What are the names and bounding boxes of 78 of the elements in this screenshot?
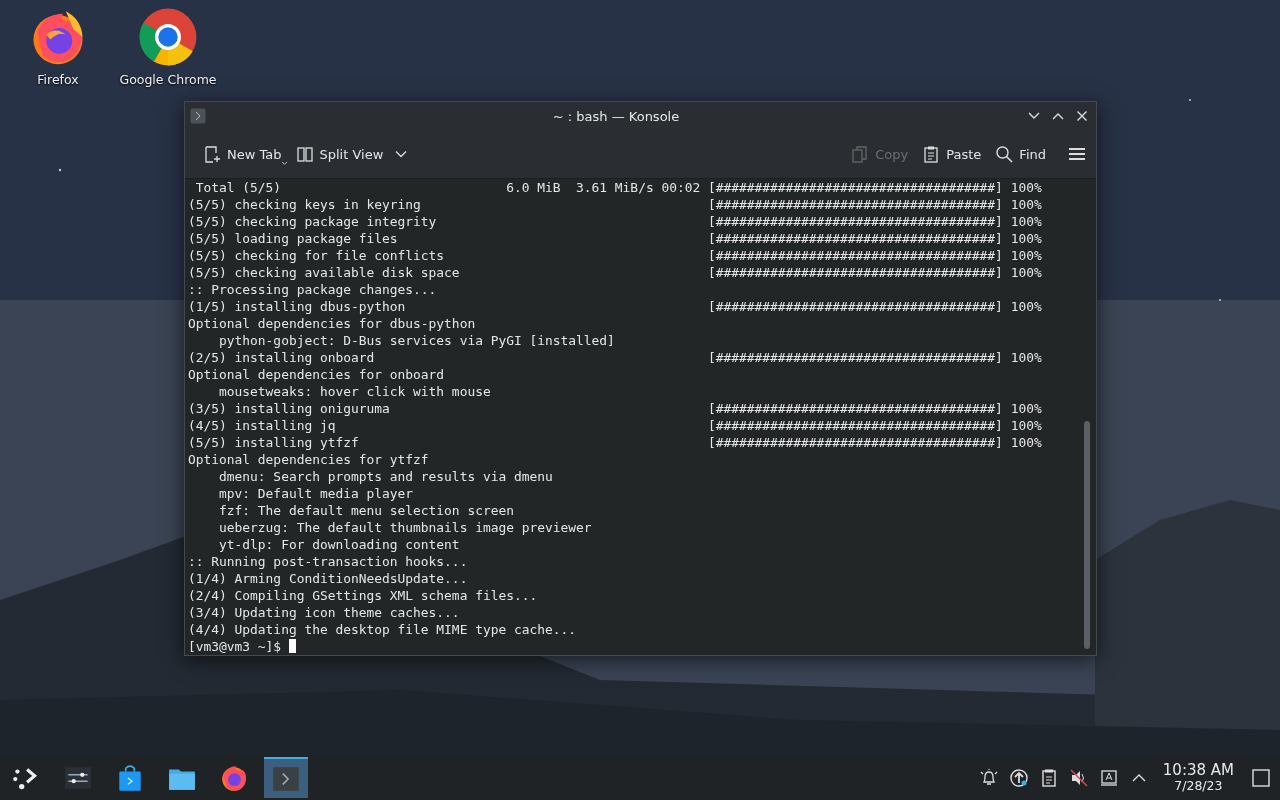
percent-text: 100% bbox=[1010, 179, 1042, 196]
split-view-button[interactable]: Split View bbox=[291, 141, 412, 167]
clock[interactable]: 10:38 AM 7/28/23 bbox=[1162, 762, 1234, 793]
split-view-icon bbox=[295, 145, 314, 163]
terminal-line: Optional dependencies for ytfzf bbox=[188, 451, 430, 468]
terminal-line: (5/5) checking package integrity bbox=[188, 213, 438, 230]
desktop-shortcut[interactable]: Google Chrome bbox=[116, 6, 220, 87]
paste-button[interactable]: Paste bbox=[918, 141, 986, 167]
caret-icon bbox=[280, 161, 288, 166]
progress-text: [####################################] bbox=[707, 400, 1003, 417]
terminal-line: (5/5) checking keys in keyring bbox=[188, 196, 422, 213]
terminal-line: (5/5) loading package files bbox=[188, 230, 399, 247]
terminal-icon bbox=[190, 108, 206, 124]
terminal-line: ueberzug: The default thumbnails image previewer bbox=[218, 519, 593, 536]
terminal-line: Optional dependencies for dbus-python bbox=[188, 315, 477, 332]
progress-text: [####################################] bbox=[707, 213, 1003, 230]
terminal-line: (2/4) Compiling GSettings XML schema files... bbox=[188, 587, 539, 604]
percent-text: 100% bbox=[1010, 400, 1042, 417]
new-tab-icon bbox=[203, 145, 221, 163]
percent-text: 100% bbox=[1010, 417, 1042, 434]
scrollbar-thumb[interactable] bbox=[1084, 421, 1090, 649]
percent-text: 100% bbox=[1010, 264, 1042, 281]
shortcut-label: Google Chrome bbox=[119, 72, 217, 87]
search-icon bbox=[995, 145, 1014, 163]
percent-text: 100% bbox=[1010, 230, 1042, 247]
bell-icon[interactable] bbox=[978, 767, 999, 788]
progress-text: [####################################] bbox=[707, 434, 1003, 451]
progress-text: [####################################] bbox=[707, 264, 1003, 281]
clock-time: 10:38 AM bbox=[1162, 762, 1234, 778]
terminal-line: (3/4) Updating icon theme caches... bbox=[188, 604, 461, 621]
percent-text: 100% bbox=[1010, 196, 1042, 213]
percent-text: 100% bbox=[1010, 349, 1042, 366]
terminal-line: (4/5) installing jq bbox=[188, 417, 337, 434]
terminal-line: :: Processing package changes... bbox=[188, 281, 438, 298]
find-button[interactable]: Find bbox=[991, 141, 1050, 167]
menu-icon[interactable] bbox=[1068, 145, 1086, 163]
terminal-line: :: Running post-transaction hooks... bbox=[188, 553, 469, 570]
shortcut-label: Firefox bbox=[37, 72, 79, 87]
terminal-line: mpv: Default media player bbox=[218, 485, 415, 502]
terminal-line: (4/4) Updating the desktop file MIME type cache... bbox=[188, 621, 578, 638]
terminal-line: (5/5) checking for file conflicts bbox=[188, 247, 446, 264]
caret-icon bbox=[395, 150, 408, 158]
percent-text: 100% bbox=[1010, 247, 1042, 264]
progress-text: [####################################] bbox=[707, 417, 1003, 434]
muted-speaker-icon[interactable] bbox=[1068, 767, 1089, 788]
show-desktop-button[interactable] bbox=[1252, 768, 1270, 787]
percent-text: 100% bbox=[1010, 434, 1042, 451]
keyboard-layout-icon[interactable] bbox=[1098, 767, 1119, 788]
terminal-line: (5/5) installing ytfzf bbox=[188, 434, 360, 451]
terminal-line: (5/5) checking available disk space bbox=[188, 264, 461, 281]
terminal-line: yt-dlp: For downloading content bbox=[218, 536, 461, 553]
new-tab-button[interactable]: New Tab bbox=[199, 141, 286, 167]
terminal-line: python-gobject: D-Bus services via PyGI [installed] bbox=[218, 332, 616, 349]
text-cursor bbox=[288, 639, 296, 653]
terminal-line: Optional dependencies for onboard bbox=[188, 366, 446, 383]
progress-text: [####################################] bbox=[707, 349, 1003, 366]
progress-text: [####################################] bbox=[707, 247, 1003, 264]
progress-text: [####################################] bbox=[707, 230, 1003, 247]
progress-text: [####################################] bbox=[707, 298, 1003, 315]
terminal-line: (2/5) installing onboard bbox=[188, 349, 376, 366]
percent-text: 100% bbox=[1010, 213, 1042, 230]
progress-text: [####################################] bbox=[707, 196, 1003, 213]
clipboard-icon bbox=[922, 145, 941, 163]
desktop-shortcut[interactable]: Firefox bbox=[10, 6, 106, 87]
shell-prompt: [vm3@vm3 ~]$ bbox=[188, 638, 282, 655]
terminal-line: mousetweaks: hover click with mouse bbox=[218, 383, 492, 400]
copy-icon bbox=[851, 145, 870, 163]
terminal-line: (1/5) installing dbus-python bbox=[188, 298, 407, 315]
percent-text: 100% bbox=[1010, 298, 1042, 315]
progress-text: [####################################] bbox=[707, 179, 1003, 196]
terminal-line: fzf: The default menu selection screen bbox=[218, 502, 515, 519]
terminal-line: (1/4) Arming ConditionNeedsUpdate... bbox=[188, 570, 469, 587]
window-title: ~ : bash — Konsole bbox=[551, 108, 681, 124]
clock-date: 7/28/23 bbox=[1174, 777, 1223, 793]
terminal-line: Total (5/5) 6.0 MiB 3.61 MiB/s 00:02 bbox=[194, 179, 702, 196]
terminal-line: dmenu: Search prompts and results via dmenu bbox=[218, 468, 554, 485]
chrome-icon bbox=[137, 6, 199, 68]
terminal-line: (3/5) installing oniguruma bbox=[188, 400, 391, 417]
